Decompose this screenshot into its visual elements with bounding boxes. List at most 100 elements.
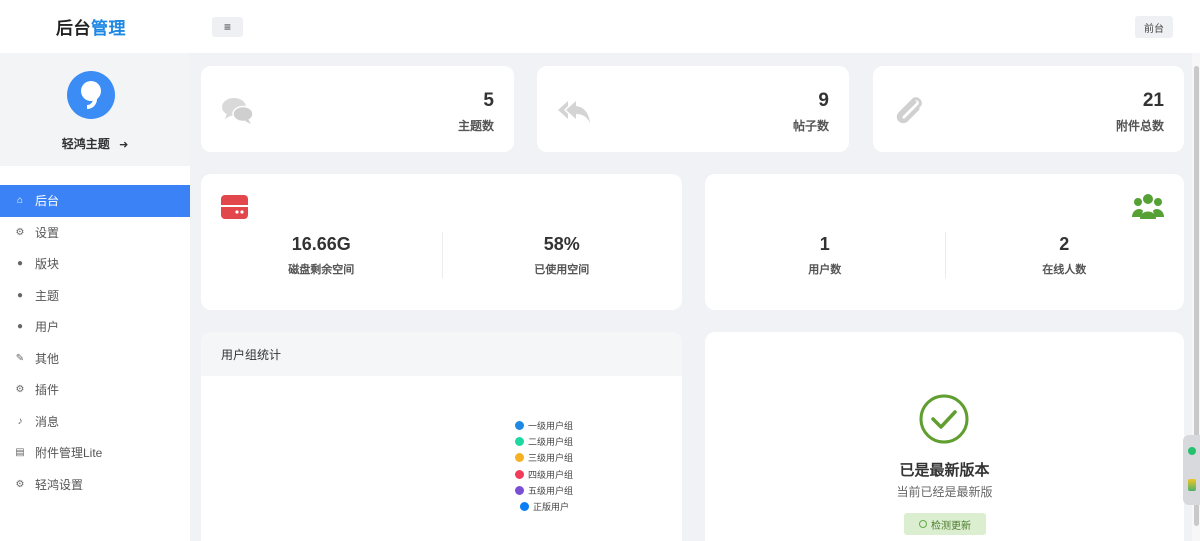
legend-item[interactable]: 正版用户 [515,498,573,514]
legend-dot [515,485,524,495]
version-title: 已是最新版本 [899,462,990,479]
sidebar-item-dashboard[interactable]: ⌂ 后台 [0,185,190,217]
sidebar-item-settings[interactable]: ⚙ 设置 [0,217,190,249]
sidebar-item-label: 用户 [35,320,60,335]
legend-dot [515,436,524,446]
legend-label: 四级用户组 [528,469,574,480]
sidebar-item-users[interactable]: ● 用户 [0,311,190,343]
status-dot-icon [1188,447,1196,455]
sidebar-item-messages[interactable]: ♪ 消息 [0,406,190,438]
disk-used-col: 58% 已使用空间 [442,234,683,277]
posts-count: 9 [818,90,829,111]
user-count-value: 1 [819,234,830,254]
logout-icon[interactable]: ➜ [119,138,128,151]
home-icon: ⌂ [16,195,24,207]
legend-item[interactable]: 一级用户组 [515,417,573,433]
menu-toggle-button[interactable]: ≡ [212,17,243,37]
disk-free-value: 16.66G [291,234,351,254]
users-card: 1 用户数 2 在线人数 [705,174,1184,310]
gear-icon: ⚙ [15,478,25,490]
attachments-label: 附件总数 [1115,119,1164,133]
sidebar-item-label: 附件管理Lite [35,446,103,461]
comments-icon [222,98,254,124]
sidebar-item-plugins[interactable]: ⚙ 插件 [0,374,190,406]
topics-count: 5 [483,90,494,111]
users-icon [1132,194,1164,219]
hard-drive-icon [221,195,248,219]
sidebar-item-label: 插件 [35,383,60,398]
attachments-stat-card: 21 附件总数 [873,66,1184,152]
user-group-panel: 用户组统计 一级用户组 二级用户组 三级用户组 四级用户组 五级用户组 正版用户 [201,332,682,541]
sidebar-nav: ⌂ 后台 ⚙ 设置 ● 版块 ● 主题 ● 用户 ✎ 其他 ⚙ 插件 ♪ 消息 [0,185,190,500]
sidebar-item-label: 版块 [35,257,60,272]
posts-stat-card: 9 帖子数 [537,66,849,152]
top-bar: 后台 管理 ≡ 前台 [0,0,1200,53]
sidebar-item-attachments[interactable]: ▤ 附件管理Lite [0,437,190,469]
legend-dot [515,453,524,463]
profile-panel: 轻鸿主题 ➜ [0,53,190,166]
sidebar-item-topics[interactable]: ● 主题 [0,280,190,312]
paperclip-icon [896,97,922,124]
brand-text-part2: 管理 [91,19,126,38]
posts-label: 帖子数 [792,119,829,133]
legend-item[interactable]: 四级用户组 [515,466,573,482]
disk-used-value: 58% [543,234,580,254]
gear-icon: ⚙ [15,226,25,238]
wrench-icon: ✎ [15,352,25,364]
legend-dot [520,502,529,512]
check-update-button[interactable]: 检测更新 [904,513,986,535]
attachments-count: 21 [1142,90,1164,111]
check-circle-icon [919,394,969,444]
online-count-value: 2 [1059,234,1070,254]
hamburger-icon: ≡ [223,20,231,34]
topics-label: 主题数 [457,119,494,133]
legend-dot [515,469,524,479]
sidebar-item-other[interactable]: ✎ 其他 [0,343,190,375]
sidebar: 轻鸿主题 ➜ ⌂ 后台 ⚙ 设置 ● 版块 ● 主题 ● 用户 ✎ 其他 ⚙ 插… [0,53,190,541]
version-subtitle: 当前已经是最新版 [896,485,993,499]
floating-side-widget[interactable] [1183,435,1200,505]
sidebar-item-theme-settings[interactable]: ⚙ 轻鸿设置 [0,469,190,501]
legend-label: 一级用户组 [528,420,574,431]
legend-label: 五级用户组 [528,485,574,496]
chart-legend: 一级用户组 二级用户组 三级用户组 四级用户组 五级用户组 正版用户 [515,417,573,515]
online-count-label: 在线人数 [1042,264,1087,276]
avatar[interactable] [67,71,115,119]
sidebar-item-label: 轻鸿设置 [35,477,84,492]
sidebar-item-label: 设置 [35,225,60,240]
sidebar-item-label: 消息 [35,414,60,429]
reply-all-icon [558,101,590,123]
brand-logo[interactable]: 后台 管理 [0,0,182,53]
disk-card: 16.66G 磁盘剩余空间 58% 已使用空间 [201,174,682,310]
battery-icon [1188,479,1196,491]
legend-label: 正版用户 [533,502,570,513]
refresh-icon [919,520,927,528]
comment-icon: ● [16,258,24,270]
check-update-label: 检测更新 [931,520,971,532]
comment-icon: ● [16,289,24,301]
legend-dot [515,420,524,430]
bell-icon: ♪ [17,415,23,427]
disk-free-label: 磁盘剩余空间 [288,264,355,276]
brand-text-part1: 后台 [56,19,91,38]
online-count-col: 2 在线人数 [945,234,1185,277]
gears-icon: ⚙ [15,384,25,396]
legend-label: 二级用户组 [528,436,574,447]
sidebar-item-forums[interactable]: ● 版块 [0,248,190,280]
panel-title: 用户组统计 [201,332,682,376]
front-site-button[interactable]: 前台 [1135,16,1173,38]
profile-name-label: 轻鸿主题 [61,137,110,151]
legend-item[interactable]: 二级用户组 [515,433,573,449]
disk-free-col: 16.66G 磁盘剩余空间 [201,234,442,277]
user-count-col: 1 用户数 [705,234,945,277]
legend-item[interactable]: 三级用户组 [515,450,573,466]
user-count-label: 用户数 [808,264,842,276]
sidebar-item-label: 后台 [35,194,60,209]
user-icon: ● [16,321,24,333]
topics-stat-card: 5 主题数 [201,66,514,152]
legend-label: 三级用户组 [528,453,574,464]
profile-name: 轻鸿主题 ➜ [0,135,190,152]
file-icon: ▤ [15,447,25,459]
sidebar-item-label: 其他 [35,351,60,366]
legend-item[interactable]: 五级用户组 [515,482,573,498]
